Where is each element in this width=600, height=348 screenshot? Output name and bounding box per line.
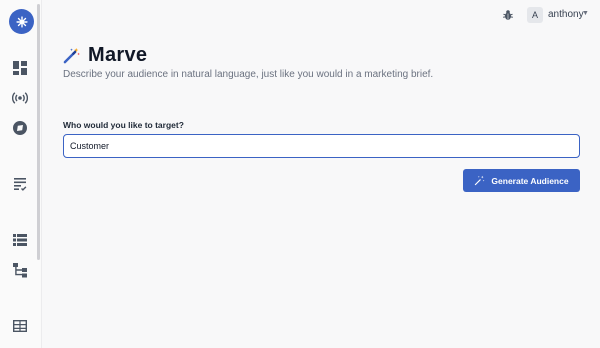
target-label: Who would you like to target? <box>63 120 184 130</box>
bug-icon[interactable] <box>502 9 514 21</box>
app-logo[interactable] <box>9 9 34 34</box>
page-title: Marve <box>88 44 148 66</box>
generate-audience-button[interactable]: Generate Audience <box>463 169 580 192</box>
page-subtitle: Describe your audience in natural langua… <box>63 69 434 80</box>
sidebar-item-catalog[interactable] <box>12 318 28 334</box>
chevron-down-icon[interactable]: ▼ <box>582 10 589 17</box>
target-input[interactable] <box>63 134 580 158</box>
magic-wand-icon <box>63 47 80 64</box>
checklist-icon <box>14 178 27 191</box>
sidebar-scrollbar[interactable] <box>37 4 40 260</box>
dashboard-icon <box>13 61 27 75</box>
sidebar-item-broadcast[interactable] <box>12 90 28 106</box>
hierarchy-icon <box>13 263 27 278</box>
sparkle-wand-icon <box>475 175 485 186</box>
logo-icon <box>15 15 28 28</box>
generate-audience-label: Generate Audience <box>491 175 569 186</box>
broadcast-icon <box>12 92 28 104</box>
compass-icon <box>13 121 27 135</box>
sidebar-item-dashboard[interactable] <box>12 60 28 76</box>
sidebar-item-explore[interactable] <box>12 120 28 136</box>
sidebar-item-flows[interactable] <box>12 262 28 278</box>
sidebar-item-lists[interactable] <box>12 232 28 248</box>
table-icon <box>13 320 27 332</box>
list-icon <box>13 234 27 246</box>
username[interactable]: anthony <box>548 9 584 20</box>
sidebar-item-tasks[interactable] <box>12 176 28 192</box>
avatar[interactable]: A <box>527 7 543 23</box>
sidebar <box>0 0 42 348</box>
